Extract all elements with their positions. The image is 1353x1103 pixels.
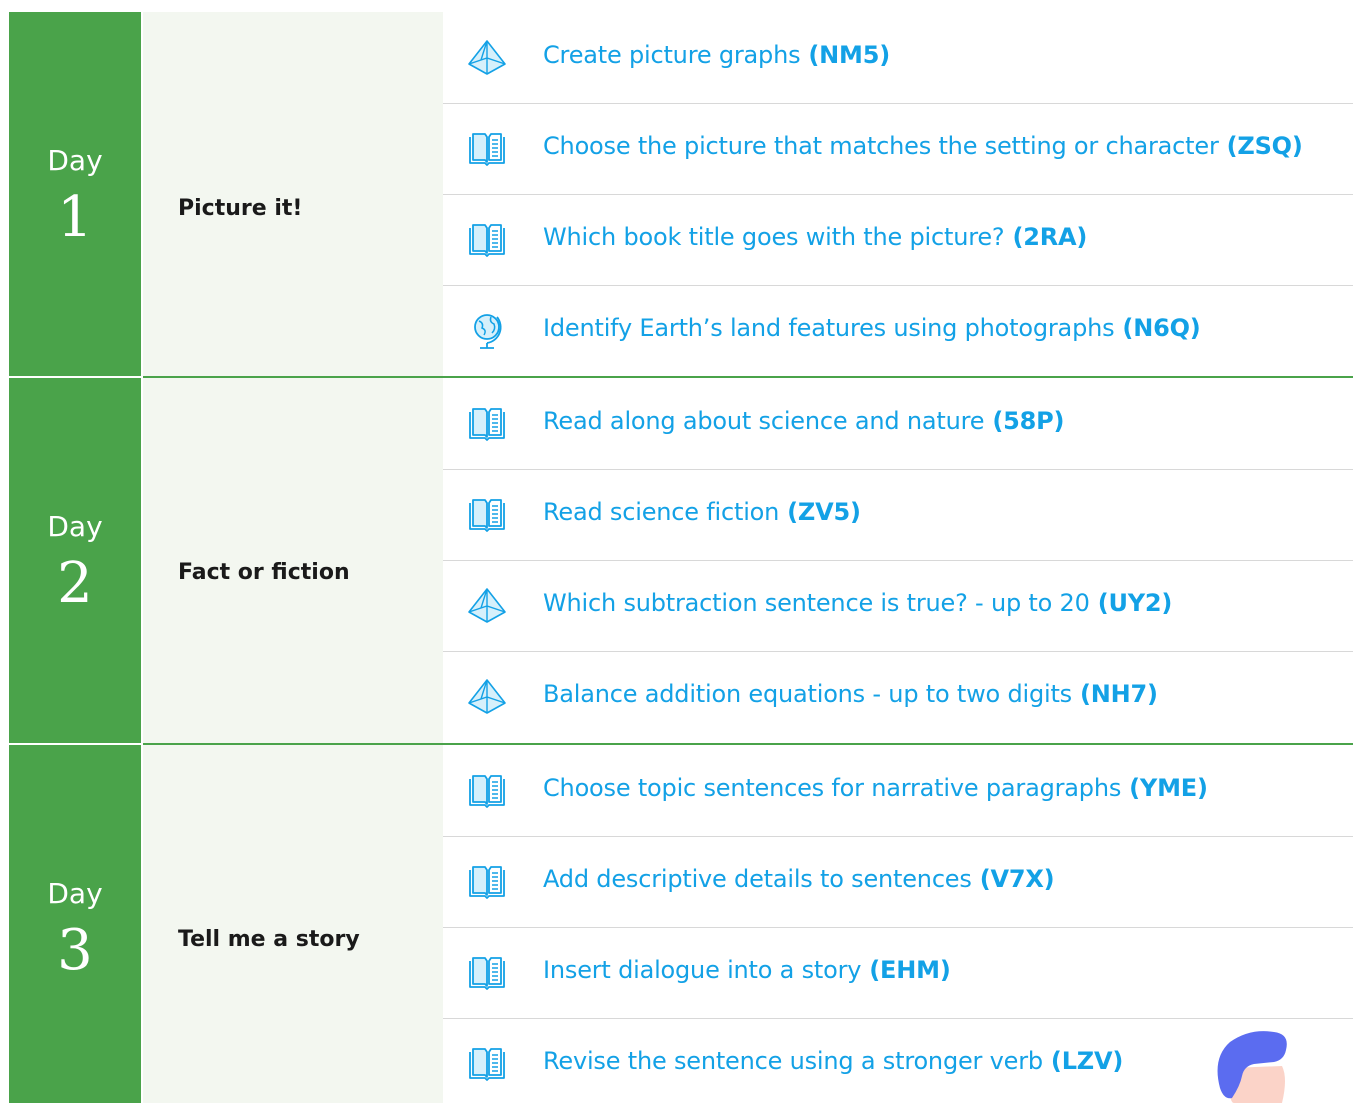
skill-title[interactable]: Choose topic sentences for narrative par… — [543, 774, 1121, 802]
skill-row[interactable]: Choose the picture that matches the sett… — [443, 103, 1353, 195]
skill-link[interactable]: Choose topic sentences for narrative par… — [543, 774, 1208, 802]
day-2-block: Day 2 Fact or fiction Read along about s… — [0, 378, 1353, 743]
skill-link[interactable]: Insert dialogue into a story (EHM) — [543, 956, 951, 984]
day-1-block: Day 1 Picture it! Create picture graphs(… — [0, 12, 1353, 377]
skill-link[interactable]: Balance addition equations - up to two d… — [543, 680, 1158, 708]
skill-code[interactable]: (LZV) — [1051, 1047, 1123, 1075]
skill-link[interactable]: Add descriptive details to sentences (V7X… — [543, 865, 1055, 893]
skill-title[interactable]: Identify Earth’s land features using pho… — [543, 314, 1115, 342]
skill-title[interactable]: Add descriptive details to sentences — [543, 865, 972, 893]
lesson-plan: Day 1 Picture it! Create picture graphs(… — [0, 0, 1353, 1103]
skill-row[interactable]: Identify Earth’s land features using pho… — [443, 285, 1353, 377]
day-3-block: Day 3 Tell me a story Choose topic sente… — [0, 745, 1353, 1103]
skill-title[interactable]: Which book title goes with the picture? — [543, 223, 1005, 251]
skill-link[interactable]: Read along about science and nature (58P) — [543, 407, 1064, 435]
book-icon — [469, 866, 505, 899]
skill-link[interactable]: Which book title goes with the picture?(… — [543, 223, 1087, 251]
skill-title[interactable]: Choose the picture that matches the sett… — [543, 132, 1219, 160]
book-icon — [469, 408, 505, 441]
skill-title[interactable]: Balance addition equations - up to two d… — [543, 680, 1072, 708]
math-pyramid-icon — [468, 588, 506, 623]
skill-code[interactable]: (2RA) — [1012, 223, 1087, 251]
day-label: Day — [47, 510, 103, 543]
book-icon — [469, 133, 505, 166]
skill-code[interactable]: (UY2) — [1098, 589, 1173, 617]
skill-row[interactable]: Which book title goes with the picture?(… — [443, 194, 1353, 286]
skill-title[interactable]: Read science fiction — [543, 498, 779, 526]
theme-cell: Tell me a story — [143, 745, 443, 1103]
book-icon — [469, 499, 505, 532]
theme-title: Fact or fiction — [178, 560, 350, 585]
skill-link[interactable]: Create picture graphs (NM5) — [543, 41, 890, 69]
skill-title[interactable]: Revise the sentence using a stronger ver… — [543, 1047, 1043, 1075]
skill-code[interactable]: (ZV5) — [787, 498, 861, 526]
skill-row[interactable]: Balance addition equations - up to two d… — [443, 651, 1353, 743]
skill-row[interactable]: Which subtraction sentence is true? - up… — [443, 560, 1353, 652]
skill-title[interactable]: Read along about science and nature — [543, 407, 985, 435]
day-1-badge: Day 1 — [9, 12, 141, 377]
theme-title: Tell me a story — [178, 927, 360, 952]
math-pyramid-icon — [468, 679, 506, 714]
skill-title[interactable]: Insert dialogue into a story — [543, 956, 861, 984]
globe-icon — [474, 314, 502, 349]
skill-code[interactable]: (EHM) — [869, 956, 951, 984]
skill-link[interactable]: Choose the picture that matches the sett… — [543, 132, 1303, 160]
day-label: Day — [47, 877, 103, 910]
skill-row[interactable]: Read along about science and nature (58P) — [443, 378, 1353, 470]
skill-code[interactable]: (YME) — [1129, 774, 1208, 802]
day-number: 3 — [57, 918, 93, 983]
day-3-badge: Day 3 — [9, 745, 141, 1103]
book-icon — [469, 224, 505, 257]
skill-link[interactable]: Read science fiction (ZV5) — [543, 498, 861, 526]
skill-code[interactable]: (V7X) — [980, 865, 1055, 893]
book-icon — [469, 1048, 505, 1081]
book-icon — [469, 775, 505, 808]
skill-link[interactable]: Which subtraction sentence is true? - up… — [543, 589, 1172, 617]
theme-title: Picture it! — [178, 196, 303, 221]
skill-link[interactable]: Revise the sentence using a stronger ver… — [543, 1047, 1123, 1075]
skill-row[interactable]: Read science fiction (ZV5) — [443, 469, 1353, 561]
skill-row[interactable]: Insert dialogue into a story (EHM) — [443, 927, 1353, 1019]
skill-row[interactable]: Create picture graphs (NM5) — [443, 12, 1353, 104]
skill-code[interactable]: (NH7) — [1080, 680, 1158, 708]
day-number: 1 — [57, 185, 93, 250]
theme-cell: Fact or fiction — [143, 378, 443, 743]
skill-title[interactable]: Create picture graphs — [543, 41, 801, 69]
skill-code[interactable]: (ZSQ) — [1227, 132, 1303, 160]
day-2-badge: Day 2 — [9, 378, 141, 743]
math-pyramid-icon — [468, 40, 506, 75]
skill-code[interactable]: (N6Q) — [1122, 314, 1200, 342]
book-icon — [469, 957, 505, 990]
theme-cell: Picture it! — [143, 12, 443, 377]
skill-title[interactable]: Which subtraction sentence is true? - up… — [543, 589, 1090, 617]
skill-link[interactable]: Identify Earth’s land features using pho… — [543, 314, 1201, 342]
mascot-character — [1217, 1031, 1287, 1103]
day-label: Day — [47, 144, 103, 177]
skill-row[interactable]: Choose topic sentences for narrative par… — [443, 745, 1353, 837]
day-number: 2 — [57, 551, 93, 616]
skill-row[interactable]: Add descriptive details to sentences (V7X… — [443, 836, 1353, 928]
skill-code[interactable]: (58P) — [992, 407, 1064, 435]
skill-code[interactable]: (NM5) — [808, 41, 890, 69]
